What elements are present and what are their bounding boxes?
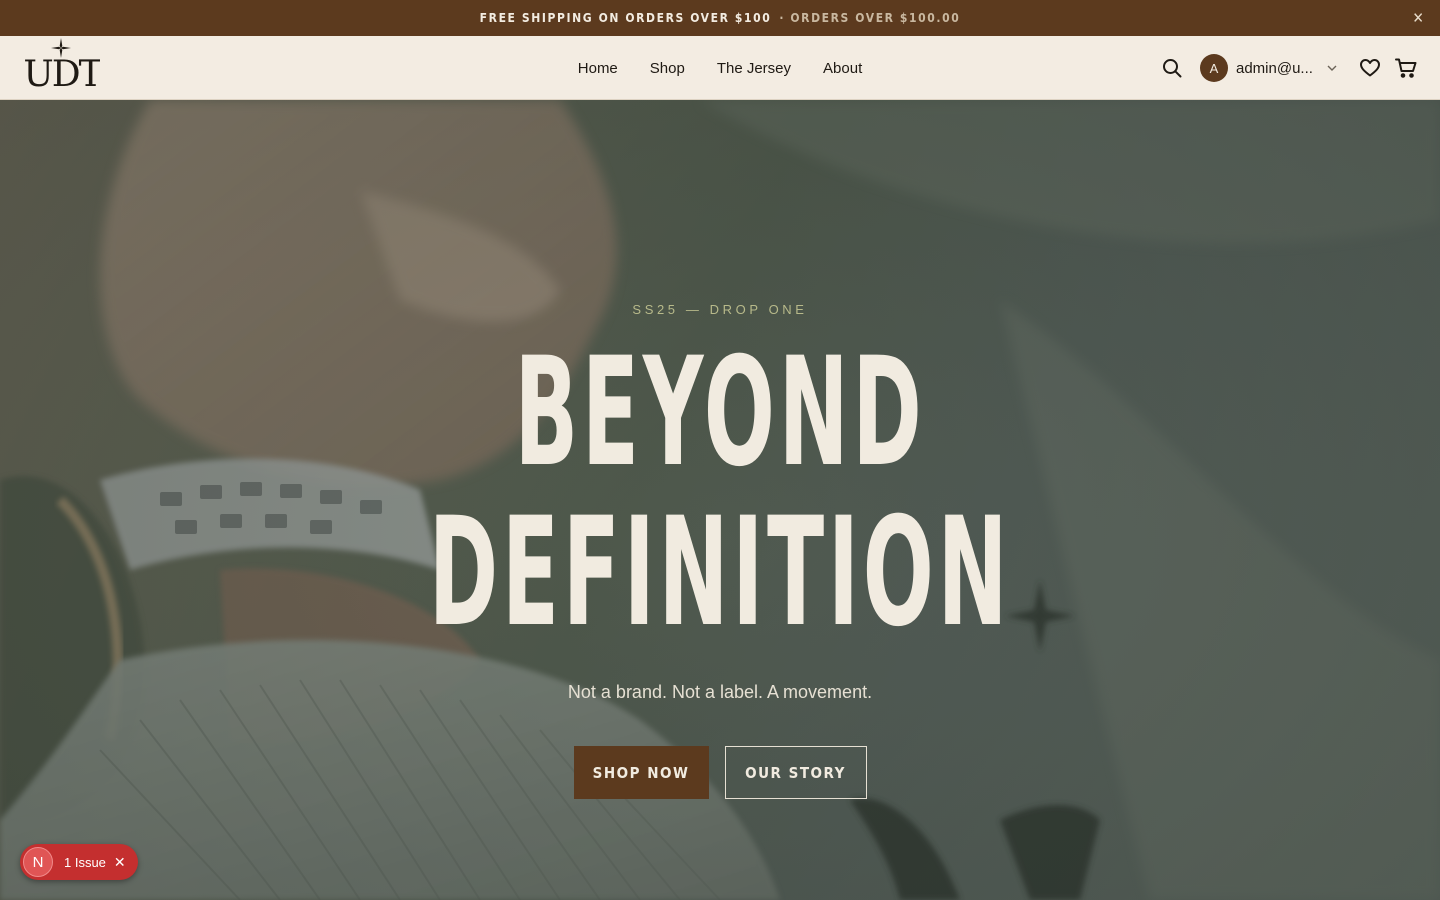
announcement-secondary: · ORDERS OVER $100.00: [779, 11, 961, 25]
hero-headline-line2: DEFINITION: [428, 486, 1012, 660]
hero-eyebrow: SS25 — DROP ONE: [632, 302, 808, 317]
cart-icon[interactable]: [1394, 56, 1418, 80]
nav-home[interactable]: Home: [578, 60, 618, 77]
hero-section: SS25 — DROP ONE BEYOND DEFINITION Not a …: [0, 100, 1440, 900]
shop-now-button[interactable]: SHOP NOW: [573, 746, 709, 799]
site-logo[interactable]: UDT: [23, 38, 105, 95]
nav-about[interactable]: About: [823, 60, 862, 77]
user-email[interactable]: admin@u...: [1236, 60, 1314, 77]
site-header: UDT Home Shop The Jersey About A admin@u…: [0, 36, 1440, 100]
hero-cta-row: SHOP NOW OUR STORY: [0, 746, 1440, 799]
issue-badge-label: 1 Issue: [64, 854, 106, 870]
hero-tagline: Not a brand. Not a label. A movement.: [567, 682, 873, 702]
nav-the-jersey[interactable]: The Jersey: [717, 60, 791, 77]
hero-headline-line1: BEYOND: [514, 326, 926, 500]
avatar[interactable]: A: [1200, 54, 1228, 82]
search-icon[interactable]: [1160, 56, 1184, 80]
announcement-bar: FREE SHIPPING ON ORDERS OVER $100 · ORDE…: [0, 0, 1440, 36]
close-icon[interactable]: ✕: [1410, 9, 1428, 27]
nav-shop[interactable]: Shop: [650, 60, 685, 77]
logo-text: UDT: [24, 54, 100, 94]
heart-icon[interactable]: [1358, 56, 1382, 80]
close-icon[interactable]: ✕: [114, 854, 126, 871]
our-story-button[interactable]: OUR STORY: [724, 746, 867, 799]
chevron-down-icon[interactable]: [1326, 56, 1338, 80]
announcement-text: FREE SHIPPING ON ORDERS OVER $100: [479, 11, 772, 25]
issue-badge-logo: N: [23, 847, 53, 877]
issue-badge[interactable]: N 1 Issue ✕: [20, 844, 138, 880]
header-actions: A admin@u...: [1160, 36, 1418, 100]
